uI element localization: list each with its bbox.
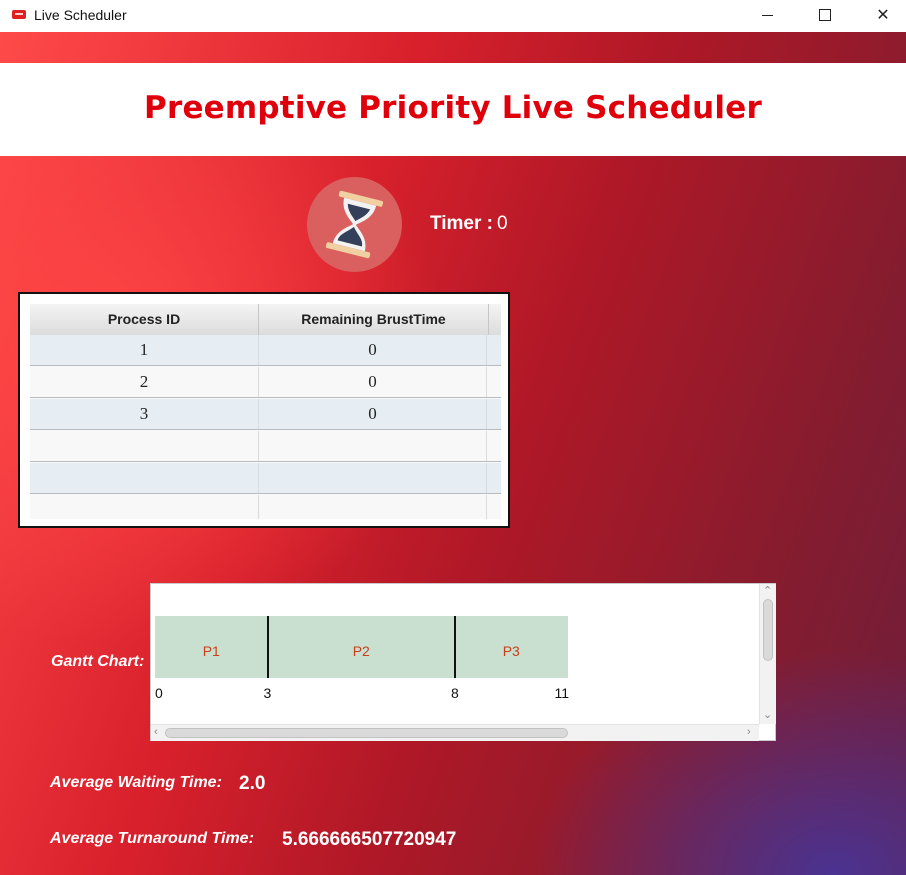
horizontal-scrollbar[interactable]: ‹ › (151, 724, 759, 741)
scroll-right-icon[interactable]: › (747, 727, 751, 738)
cell-process-id (30, 431, 259, 461)
scroll-down-icon[interactable]: ⌄ (763, 710, 772, 721)
cell-process-id (30, 495, 259, 519)
gantt-block-p2: P2 (267, 616, 455, 678)
gantt-block-p3: P3 (455, 616, 568, 678)
column-header-filler (489, 304, 501, 335)
avg-turnaround-time-value: 5.666666507720947 (282, 829, 457, 850)
cell-remaining-time (259, 495, 487, 519)
cell-process-id: 3 (30, 399, 259, 429)
gantt-tick-label: 3 (263, 685, 272, 701)
vertical-scrollbar[interactable]: ⌃ ⌄ (759, 584, 776, 724)
table-row[interactable]: 3 0 (30, 399, 501, 430)
window-titlebar: Live Scheduler ✕ (0, 0, 906, 32)
table-row (30, 431, 501, 462)
table-row[interactable]: 1 0 (30, 335, 501, 366)
gantt-separator (454, 616, 456, 678)
gantt-block-p1: P1 (155, 616, 268, 678)
hourglass-icon (307, 177, 402, 272)
scroll-up-icon[interactable]: ⌃ (763, 586, 772, 597)
gantt-tick-label: 0 (155, 685, 163, 701)
avg-waiting-time-label: Average Waiting Time: (50, 774, 222, 791)
timer-value: 0 (497, 213, 508, 234)
gantt-chart-label: Gantt Chart: (51, 653, 145, 670)
gantt-block-label: P3 (502, 643, 520, 659)
cell-remaining-time: 0 (259, 399, 487, 429)
gantt-separator (266, 616, 269, 678)
app-logo-icon (12, 10, 26, 19)
cell-remaining-time (259, 431, 487, 461)
table-row (30, 495, 501, 519)
cell-remaining-time: 0 (259, 335, 487, 365)
avg-turnaround-time-label: Average Turnaround Time: (50, 830, 254, 847)
cell-remaining-time: 0 (259, 367, 487, 397)
vertical-scroll-thumb[interactable] (763, 599, 773, 661)
close-button[interactable]: ✕ (854, 0, 906, 30)
close-icon: ✕ (876, 7, 890, 24)
cell-process-id (30, 463, 259, 493)
gantt-tick-label: 8 (451, 685, 459, 701)
page-title: Preemptive Priority Live Scheduler (144, 90, 762, 126)
process-table-frame: Process ID Remaining BrustTime 1 0 2 0 3… (18, 292, 510, 528)
minimize-button[interactable] (738, 0, 796, 30)
table-row[interactable]: 2 0 (30, 367, 501, 398)
column-header-remaining-burst-time[interactable]: Remaining BrustTime (259, 304, 489, 335)
scroll-left-icon[interactable]: ‹ (154, 727, 158, 738)
cell-remaining-time (259, 463, 487, 493)
table-header: Process ID Remaining BrustTime (30, 304, 501, 336)
minimize-icon (761, 14, 773, 16)
gantt-block-label: P1 (202, 643, 220, 659)
maximize-icon (819, 9, 831, 21)
table-row (30, 463, 501, 494)
avg-waiting-time-value: 2.0 (239, 773, 266, 794)
horizontal-scroll-thumb[interactable] (165, 728, 568, 738)
gantt-chart-panel[interactable]: P1 P2 P3 0 3 8 11 ⌃ ⌄ ‹ › (150, 583, 776, 741)
cell-process-id: 2 (30, 367, 259, 397)
process-table[interactable]: Process ID Remaining BrustTime 1 0 2 0 3… (30, 304, 501, 519)
cell-process-id: 1 (30, 335, 259, 365)
column-header-process-id[interactable]: Process ID (30, 304, 259, 335)
gantt-tick-label: 11 (554, 685, 570, 701)
window-title: Live Scheduler (34, 7, 127, 23)
maximize-button[interactable] (796, 0, 854, 30)
timer-label: Timer : (430, 213, 494, 234)
gantt-block-label: P2 (352, 643, 370, 659)
